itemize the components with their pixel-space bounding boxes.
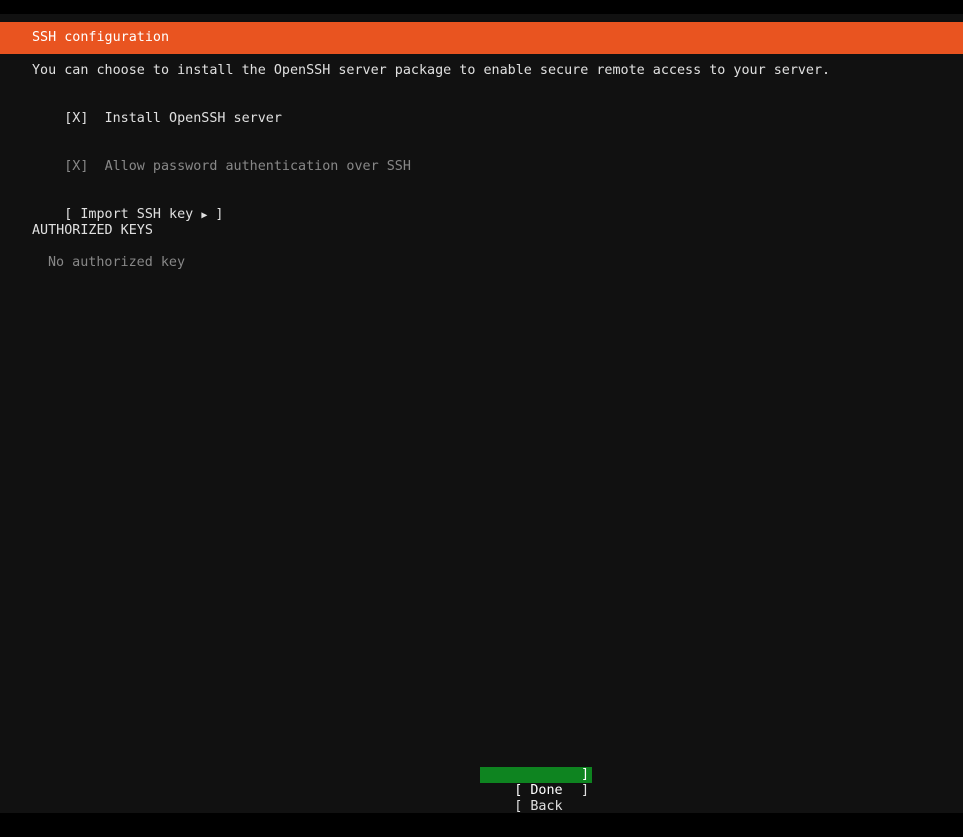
password-auth-label: Allow password authentication over SSH [104, 159, 411, 174]
import-ssh-key-button[interactable]: [ Import SSH key ▶ ] [32, 191, 223, 222]
password-auth-checkbox: [X] Allow password authentication over S… [32, 143, 411, 174]
done-right-bracket: ] [580, 767, 589, 782]
import-ssh-key-label: Import SSH key [80, 207, 194, 222]
page-title: SSH configuration [32, 30, 170, 45]
back-button[interactable]: [ Back ] [480, 783, 592, 814]
install-openssh-checkbox[interactable]: [X] Install OpenSSH server [32, 95, 282, 126]
back-right-bracket: ] [580, 783, 589, 798]
install-openssh-label: Install OpenSSH server [104, 111, 282, 126]
description-text: You can choose to install the OpenSSH se… [32, 63, 831, 78]
back-label: Back [530, 799, 563, 814]
import-right-bracket: ] [215, 207, 224, 222]
install-openssh-checkbox-mark[interactable]: [X] [64, 111, 88, 126]
no-authorized-key-text: No authorized key [48, 255, 186, 270]
title-bar: SSH configuration [0, 22, 963, 54]
password-auth-checkbox-mark: [X] [64, 159, 89, 174]
installer-screen: SSH configuration You can choose to inst… [0, 14, 963, 814]
done-button[interactable]: [ Done ] [480, 767, 592, 798]
authorized-keys-heading: AUTHORIZED KEYS [32, 223, 153, 238]
